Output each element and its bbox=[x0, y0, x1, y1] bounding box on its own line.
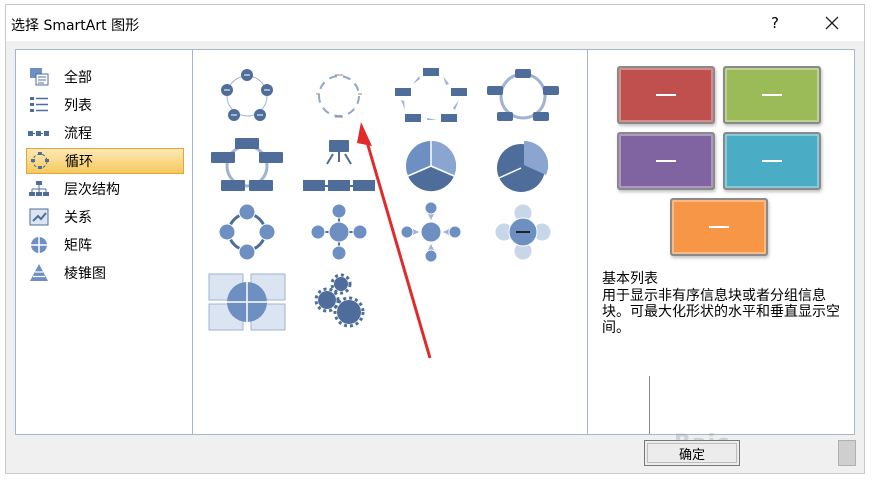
category-label: 列表 bbox=[64, 98, 92, 114]
close-button[interactable] bbox=[812, 9, 852, 37]
category-list: 全部 列表 流程 循环 层次结构 关系 矩阵 棱锥图 bbox=[15, 49, 193, 435]
category-relationship[interactable]: 关系 bbox=[26, 204, 184, 230]
layout-cycle-pie[interactable] bbox=[391, 136, 471, 196]
preview-shape bbox=[723, 66, 821, 124]
category-label: 循环 bbox=[65, 154, 93, 170]
layout-cycle-pie-slice[interactable] bbox=[483, 136, 563, 196]
pyramid-icon bbox=[26, 262, 52, 284]
layout-description: 用于显示非有序信息块或者分组信息块。可最大化形状的水平和垂直显示空间。 bbox=[602, 288, 840, 336]
layout-block-cycle[interactable] bbox=[483, 66, 563, 126]
layout-basic-cycle[interactable] bbox=[207, 66, 287, 126]
layout-radial-venn[interactable] bbox=[483, 202, 563, 262]
list-icon bbox=[26, 94, 52, 116]
layout-cycle-arrows[interactable] bbox=[391, 66, 471, 126]
process-icon bbox=[26, 122, 52, 144]
category-pyramid[interactable]: 棱锥图 bbox=[26, 260, 184, 286]
layout-segmented-cycle[interactable] bbox=[207, 136, 287, 196]
category-cycle[interactable]: 循环 bbox=[26, 148, 184, 174]
layout-basic-radial[interactable] bbox=[299, 202, 379, 262]
preview-shape bbox=[617, 132, 715, 190]
cancel-button[interactable] bbox=[838, 440, 856, 466]
category-list-item[interactable]: 列表 bbox=[26, 92, 184, 118]
category-matrix[interactable]: 矩阵 bbox=[26, 232, 184, 258]
category-label: 全部 bbox=[64, 70, 92, 86]
category-label: 流程 bbox=[64, 126, 92, 142]
help-button[interactable]: ? bbox=[758, 9, 792, 37]
divider bbox=[649, 376, 650, 434]
layout-text-cycle[interactable] bbox=[299, 66, 379, 126]
layout-radial-cycle[interactable] bbox=[207, 202, 287, 262]
all-icon bbox=[26, 66, 52, 88]
preview-shape bbox=[723, 132, 821, 190]
layout-title: 基本列表 bbox=[602, 271, 658, 287]
category-label: 矩阵 bbox=[64, 238, 92, 254]
ok-button[interactable]: 确定 bbox=[644, 440, 740, 466]
smartart-dialog: 选择 SmartArt 图形 ? 全部 列表 流程 循环 层次结构 关系 矩阵 … bbox=[5, 4, 865, 474]
close-icon bbox=[825, 16, 839, 30]
focus-ring bbox=[647, 443, 737, 463]
preview-shape bbox=[617, 66, 715, 124]
category-all[interactable]: 全部 bbox=[26, 64, 184, 90]
cycle-icon bbox=[27, 150, 53, 172]
category-process[interactable]: 流程 bbox=[26, 120, 184, 146]
title-bar: 选择 SmartArt 图形 ? bbox=[6, 5, 864, 41]
category-hierarchy[interactable]: 层次结构 bbox=[26, 176, 184, 202]
layout-gallery bbox=[193, 49, 588, 435]
layout-nondirectional-cycle[interactable] bbox=[299, 136, 379, 196]
preview-panel: 基本列表 用于显示非有序信息块或者分组信息块。可最大化形状的水平和垂直显示空间。 bbox=[587, 49, 855, 435]
preview-shape bbox=[670, 198, 768, 256]
category-label: 关系 bbox=[64, 210, 92, 226]
category-label: 棱锥图 bbox=[64, 266, 106, 282]
matrix-icon bbox=[26, 234, 52, 256]
layout-cycle-matrix[interactable] bbox=[207, 272, 287, 332]
layout-diverging-radial[interactable] bbox=[391, 201, 471, 263]
relationship-icon bbox=[26, 206, 52, 228]
window-title: 选择 SmartArt 图形 bbox=[11, 18, 140, 34]
layout-gear[interactable] bbox=[299, 272, 379, 332]
preview-image bbox=[617, 66, 827, 256]
hierarchy-icon bbox=[26, 178, 52, 200]
category-label: 层次结构 bbox=[64, 182, 120, 198]
